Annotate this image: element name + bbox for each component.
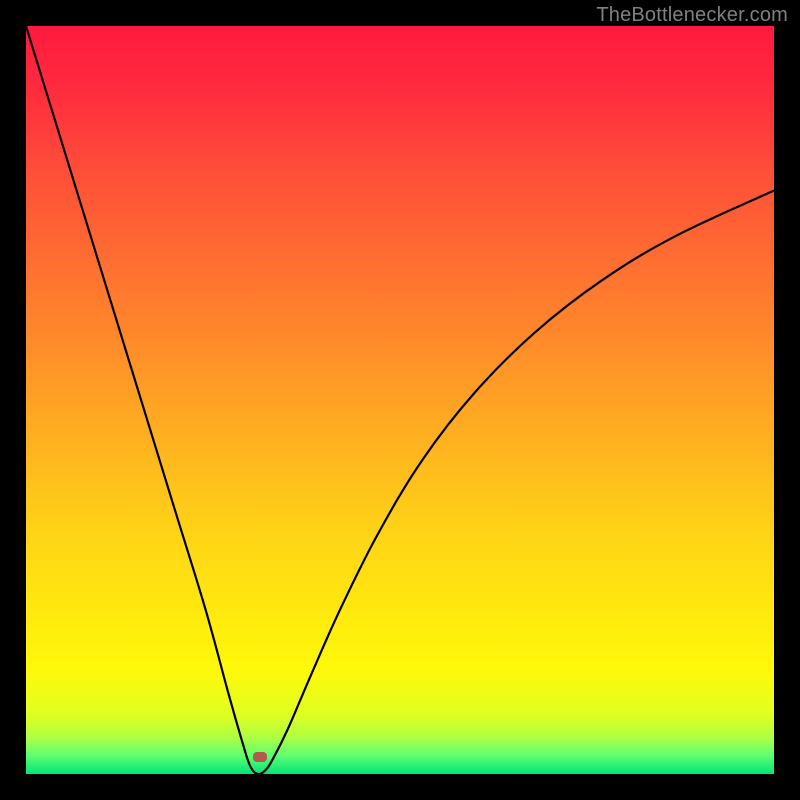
watermark-text: TheBottlenecker.com (596, 4, 788, 27)
optimal-point-marker (253, 752, 267, 762)
gradient-background (26, 26, 774, 774)
plot-area (26, 26, 774, 774)
chart-svg (26, 26, 774, 774)
chart-frame: TheBottlenecker.com (0, 0, 800, 800)
